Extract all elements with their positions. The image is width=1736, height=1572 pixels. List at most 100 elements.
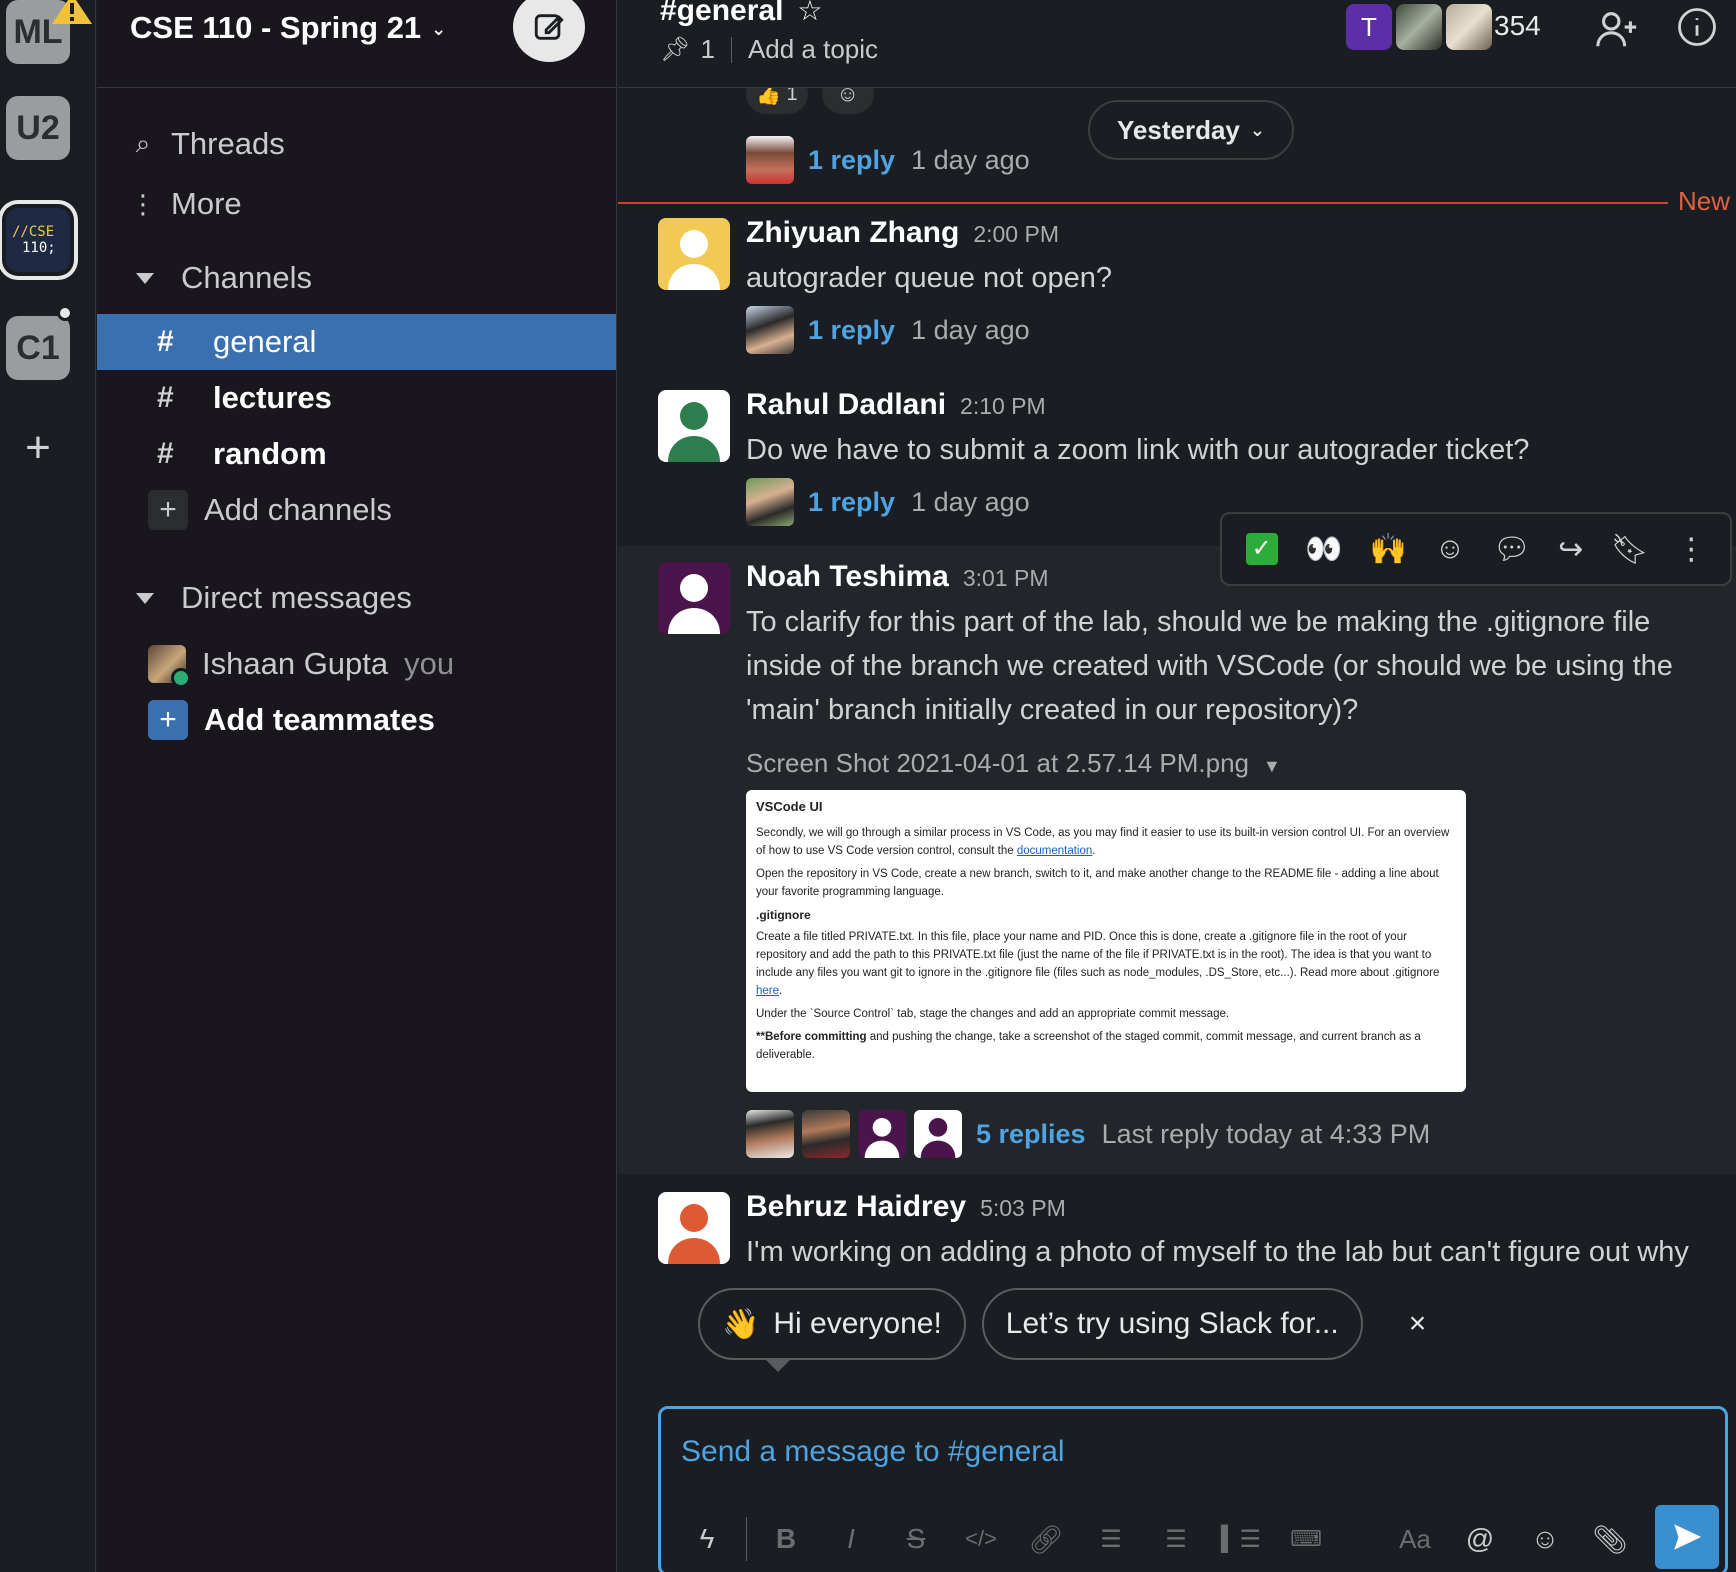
emoji-icon[interactable]: ☺ bbox=[1519, 1514, 1571, 1564]
mention-icon[interactable]: @ bbox=[1454, 1514, 1506, 1564]
message-text: To clarify for this part of the lab, sho… bbox=[746, 606, 1673, 726]
info-icon[interactable] bbox=[1676, 6, 1718, 48]
reply-thread-icon[interactable]: 💬︎ bbox=[1493, 532, 1531, 567]
code-icon[interactable]: </> bbox=[955, 1514, 1007, 1564]
warning-icon bbox=[52, 0, 92, 24]
threads-icon: ⌕ bbox=[135, 128, 151, 158]
thread-summary[interactable]: 1 reply 1 day ago bbox=[746, 478, 1030, 526]
sidebar-item-random[interactable]: # random bbox=[97, 426, 616, 482]
compose-button[interactable] bbox=[513, 0, 585, 62]
message-input[interactable] bbox=[681, 1435, 1681, 1469]
author-name[interactable]: Noah Teshima bbox=[746, 560, 949, 593]
avatar[interactable] bbox=[658, 390, 730, 462]
avatar bbox=[746, 136, 794, 184]
close-icon[interactable]: × bbox=[1409, 1307, 1427, 1341]
send-button[interactable] bbox=[1655, 1505, 1719, 1569]
pin-icon[interactable]: 📌︎ bbox=[660, 35, 690, 64]
attachment-name[interactable]: Screen Shot 2021-04-01 at 2.57.14 PM.png… bbox=[746, 748, 1281, 779]
text-format-icon[interactable]: Aa bbox=[1389, 1514, 1441, 1564]
avatar bbox=[914, 1110, 962, 1158]
member-avatar[interactable] bbox=[1446, 4, 1492, 50]
message-text: Do we have to submit a zoom link with ou… bbox=[746, 434, 1530, 466]
divider bbox=[730, 36, 732, 63]
new-messages-label: New bbox=[1677, 186, 1730, 216]
suggestion-pointer bbox=[764, 1358, 792, 1372]
author-name[interactable]: Rahul Dadlani bbox=[746, 388, 946, 421]
ordered-list-icon[interactable]: ☰ bbox=[1085, 1514, 1137, 1564]
more-vertical-icon: ⋮ bbox=[130, 188, 156, 219]
add-channels-button[interactable]: + Add channels bbox=[97, 482, 616, 538]
sidebar-item-threads[interactable]: ⌕ Threads bbox=[97, 116, 616, 172]
dm-item-self[interactable]: Ishaan Gupta you bbox=[97, 636, 616, 692]
author-name[interactable]: Behruz Haidrey bbox=[746, 1190, 966, 1223]
bulleted-list-icon[interactable]: ☰ bbox=[1150, 1514, 1202, 1564]
date-divider-button[interactable]: Yesterday ⌄ bbox=[1088, 100, 1294, 160]
avatar[interactable] bbox=[658, 1192, 730, 1264]
member-count[interactable]: 354 bbox=[1494, 10, 1541, 42]
avatar[interactable] bbox=[658, 562, 730, 634]
sidebar-item-more[interactable]: ⋮ More bbox=[97, 176, 616, 232]
add-reaction-icon[interactable]: ☺ bbox=[1435, 532, 1466, 566]
timestamp[interactable]: 3:01 PM bbox=[963, 565, 1049, 591]
attach-icon[interactable]: 📎︎ bbox=[1584, 1514, 1636, 1564]
author-name[interactable]: Zhiyuan Zhang bbox=[746, 216, 959, 249]
sidebar-item-lectures[interactable]: # lectures bbox=[97, 370, 616, 426]
dm-section-toggle[interactable]: Direct messages bbox=[97, 570, 616, 626]
member-avatar[interactable]: T bbox=[1346, 4, 1392, 50]
workspace-cse110[interactable]: //CSE 110; bbox=[6, 208, 70, 272]
add-workspace-icon[interactable]: + bbox=[18, 426, 58, 470]
sidebar-item-general[interactable]: # general bbox=[97, 314, 616, 370]
workspace-u2[interactable]: U2 bbox=[6, 96, 70, 160]
bold-icon[interactable]: B bbox=[760, 1514, 812, 1564]
member-avatar[interactable] bbox=[1396, 4, 1442, 50]
channel-title[interactable]: #general ☆ bbox=[660, 0, 823, 28]
avatar[interactable] bbox=[658, 218, 730, 290]
channel-header: #general ☆ 📌︎ 1 Add a topic T 354 bbox=[618, 0, 1736, 88]
suggestion-hi-everyone[interactable]: 👋 Hi everyone! bbox=[698, 1288, 966, 1360]
message-suggestions: 👋 Hi everyone! Let’s try using Slack for.… bbox=[698, 1288, 1426, 1360]
add-topic-link[interactable]: Add a topic bbox=[748, 34, 878, 65]
hash-icon: # bbox=[157, 437, 174, 470]
raised-hands-emoji-icon[interactable]: 🙌 bbox=[1370, 532, 1407, 567]
sidebar-header: CSE 110 - Spring 21 ⌄ bbox=[97, 0, 616, 88]
divider bbox=[746, 1517, 747, 1561]
plus-icon: + bbox=[148, 700, 188, 740]
code-block-icon[interactable]: ⌨ bbox=[1280, 1514, 1332, 1564]
avatar bbox=[802, 1110, 850, 1158]
hash-icon: # bbox=[157, 325, 174, 358]
shortcuts-lightning-icon[interactable]: ϟ bbox=[681, 1514, 733, 1564]
composer-toolbar: ϟ B I S </> 🔗︎ ☰ ☰ ▍☰ ⌨ Aa @ ☺ 📎︎ bbox=[681, 1509, 1721, 1569]
star-icon[interactable]: ☆ bbox=[797, 0, 822, 26]
workspace-menu-button[interactable]: CSE 110 - Spring 21 ⌄ bbox=[130, 10, 446, 46]
message-composer: ϟ B I S </> 🔗︎ ☰ ☰ ▍☰ ⌨ Aa @ ☺ 📎︎ bbox=[658, 1406, 1728, 1572]
message: Zhiyuan Zhang 2:00 PM autograder queue no… bbox=[618, 214, 1736, 374]
avatar bbox=[746, 306, 794, 354]
workspace-c1[interactable]: C1 bbox=[6, 316, 70, 380]
check-emoji-icon[interactable]: ✓ bbox=[1245, 533, 1278, 565]
strikethrough-icon[interactable]: S bbox=[890, 1514, 942, 1564]
caret-down-icon bbox=[136, 592, 154, 604]
add-teammates-button[interactable]: + Add teammates bbox=[97, 692, 616, 748]
timestamp[interactable]: 2:00 PM bbox=[973, 221, 1059, 247]
sidebar: CSE 110 - Spring 21 ⌄ ⌕ Threads ⋮ More Ch… bbox=[97, 0, 617, 1572]
italic-icon[interactable]: I bbox=[825, 1514, 877, 1564]
eyes-emoji-icon[interactable]: 👀 bbox=[1305, 532, 1342, 567]
avatar bbox=[858, 1110, 906, 1158]
compose-icon bbox=[534, 14, 564, 40]
thread-summary[interactable]: 1 reply 1 day ago bbox=[746, 136, 1030, 184]
share-icon[interactable]: ↪ bbox=[1558, 532, 1583, 567]
caret-down-icon[interactable]: ▼ bbox=[1263, 756, 1281, 776]
link-icon[interactable]: 🔗︎ bbox=[1020, 1514, 1072, 1564]
suggestion-try-slack[interactable]: Let’s try using Slack for... bbox=[981, 1288, 1363, 1360]
thread-summary[interactable]: 1 reply 1 day ago bbox=[746, 306, 1030, 354]
timestamp[interactable]: 5:03 PM bbox=[980, 1195, 1066, 1221]
blockquote-icon[interactable]: ▍☰ bbox=[1215, 1514, 1267, 1564]
channels-section-toggle[interactable]: Channels bbox=[97, 250, 616, 306]
more-actions-icon[interactable]: ⋮ bbox=[1676, 532, 1706, 567]
attachment-image[interactable]: VSCode UI Secondly, we will go through a… bbox=[746, 790, 1466, 1092]
new-messages-line bbox=[618, 202, 1668, 204]
add-people-icon[interactable] bbox=[1594, 6, 1640, 52]
thread-summary[interactable]: 5 replies Last reply today at 4:33 PM bbox=[746, 1110, 1430, 1158]
timestamp[interactable]: 2:10 PM bbox=[960, 393, 1046, 419]
bookmark-icon[interactable]: 🔖︎ bbox=[1611, 532, 1649, 567]
